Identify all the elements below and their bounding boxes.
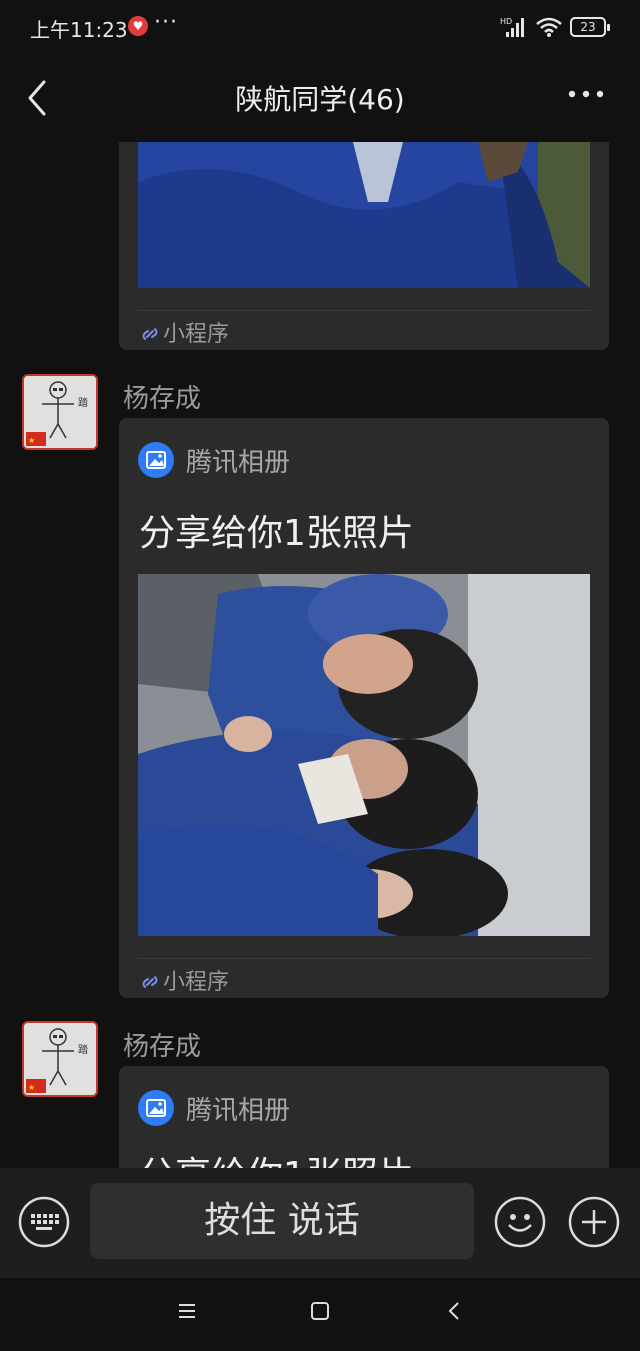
avatar[interactable]: 踏 ★ — [22, 374, 98, 450]
miniprogram-card[interactable]: 腾讯相册 分享给你1张照片 — [119, 418, 609, 998]
back-icon[interactable] — [444, 1300, 466, 1322]
share-text: 分享给你1张照片 — [139, 513, 414, 554]
avatar[interactable]: 踏 ★ — [22, 1021, 98, 1097]
more-dots-icon[interactable] — [566, 86, 606, 102]
app-name: 腾讯相册 — [186, 1096, 291, 1126]
share-text: 分享给你1张照片 — [139, 1146, 414, 1168]
menu-icon[interactable] — [176, 1300, 198, 1322]
sender-name: 杨存成 — [123, 1032, 202, 1062]
miniprogram-card[interactable]: 小程序 — [119, 142, 609, 350]
network-label: HD — [500, 17, 512, 26]
keyboard-icon[interactable] — [18, 1196, 70, 1248]
miniprogram-label-text: 小程序 — [163, 970, 230, 995]
app-name: 腾讯相册 — [186, 448, 291, 478]
miniprogram-card[interactable]: 腾讯相册 分享给你1张照片 — [119, 1066, 609, 1168]
wifi-icon — [536, 17, 562, 37]
sender-name: 杨存成 — [123, 384, 202, 414]
link-icon — [142, 328, 158, 340]
hold-to-talk-button[interactable]: 按住 说话 — [90, 1183, 474, 1259]
chat-title: 陕航同学(46) — [235, 83, 405, 116]
photo-icon — [138, 442, 174, 478]
signal-icon: HD — [500, 17, 524, 37]
card-divider — [138, 310, 590, 311]
svg-text:踏: 踏 — [78, 396, 88, 409]
status-bar: 上午11:23 ♥ ··· HD 23 — [0, 0, 640, 56]
emoji-icon[interactable] — [494, 1196, 546, 1248]
miniprogram-label: 小程序 — [141, 964, 229, 996]
status-time: 上午11:23 — [30, 18, 128, 42]
input-bar: 按住 说话 — [0, 1168, 640, 1278]
chat-header: 陕航同学(46) — [0, 56, 640, 142]
system-navigation-bar — [0, 1278, 640, 1351]
svg-text:★: ★ — [28, 1083, 35, 1092]
chat-message-list[interactable]: 小程序 踏 ★ 杨存成 腾讯相册 分享给你1张照片 小程序 踏 ★ 杨存成 腾讯… — [0, 142, 640, 1168]
notification-more-icon: ··· — [154, 10, 178, 35]
photo-icon — [138, 1090, 174, 1126]
svg-text:★: ★ — [28, 436, 35, 445]
link-icon — [142, 976, 158, 988]
miniprogram-label: 小程序 — [141, 316, 229, 348]
shared-photo[interactable] — [138, 574, 590, 936]
card-divider — [138, 958, 590, 959]
home-icon[interactable] — [309, 1300, 331, 1322]
miniprogram-label-text: 小程序 — [163, 322, 230, 347]
shared-photo[interactable] — [138, 142, 590, 288]
plus-icon[interactable] — [568, 1196, 620, 1248]
battery-icon: 23 — [570, 17, 610, 37]
svg-text:踏: 踏 — [78, 1043, 88, 1056]
notification-badge-icon: ♥ — [128, 16, 148, 36]
